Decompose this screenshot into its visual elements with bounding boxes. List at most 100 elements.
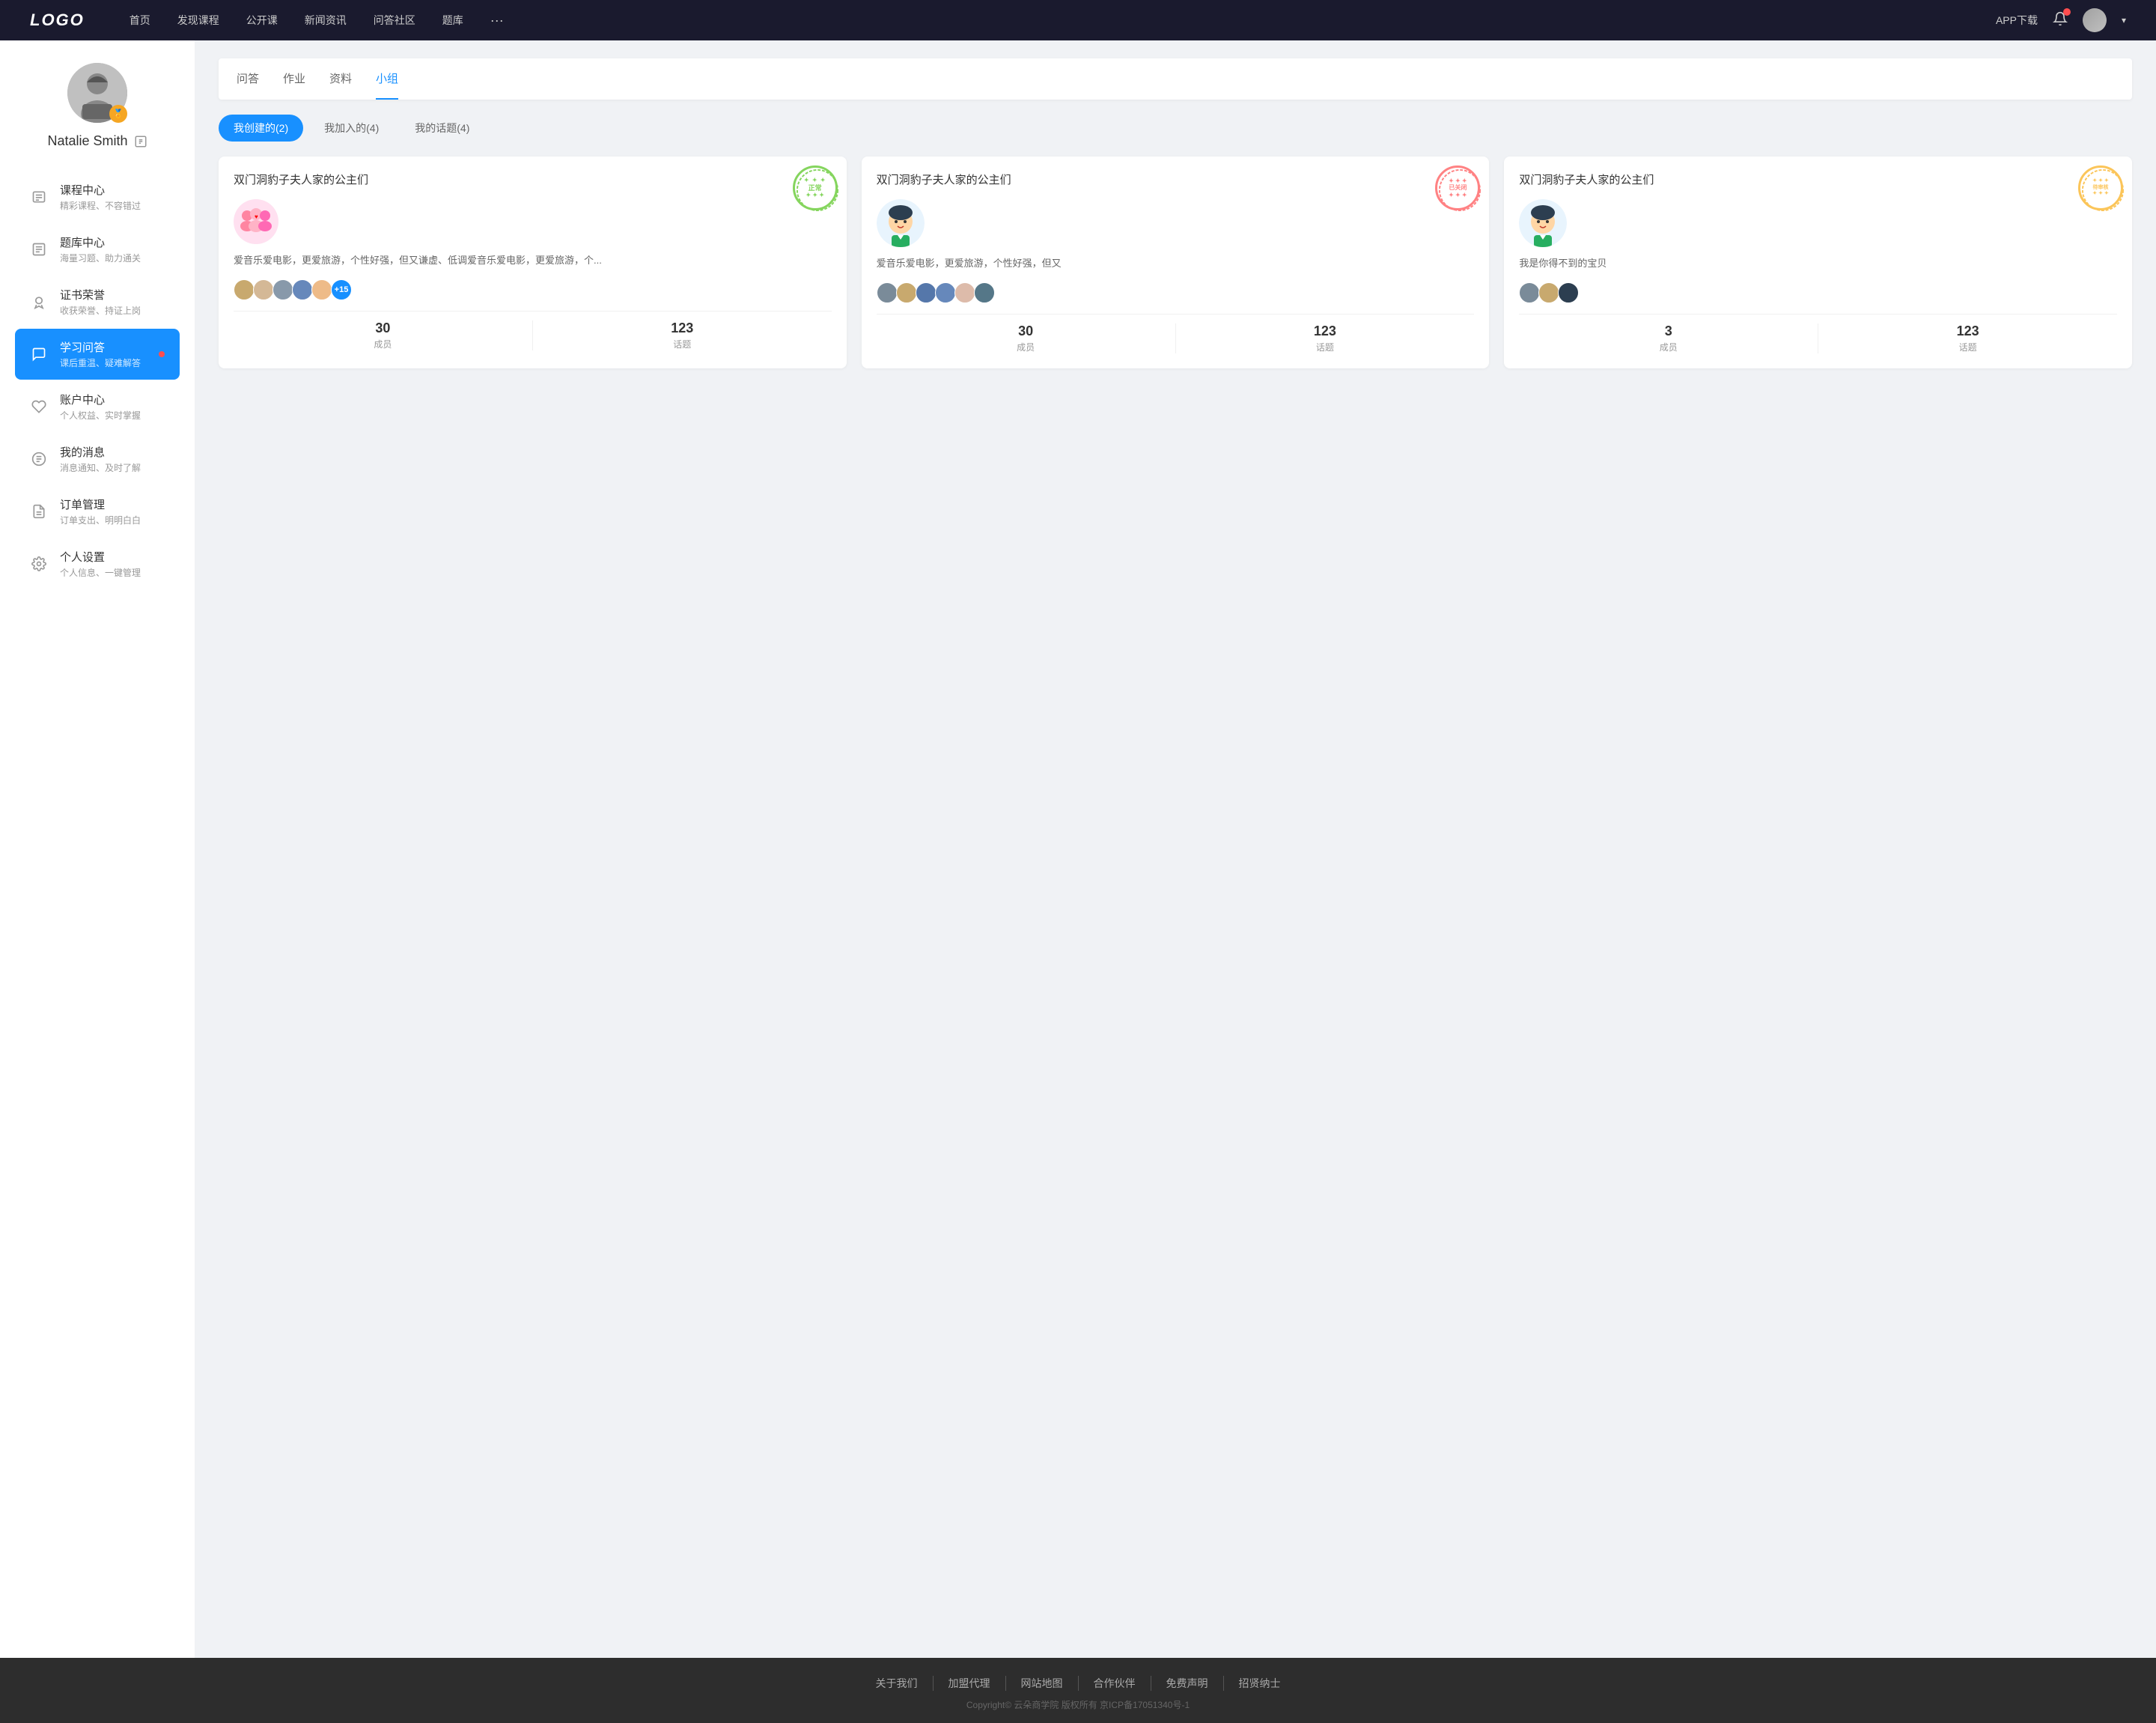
member-avatar-3-1 (1519, 282, 1540, 303)
group-card-3-desc: 我是你得不到的宝贝 (1519, 256, 2117, 272)
sidebar-item-message[interactable]: 我的消息 消息通知、及时了解 (15, 434, 180, 484)
member-avatar-3-3 (1558, 282, 1579, 303)
sidebar-item-learning-qa[interactable]: 学习问答 课后重温、疑难解答 (15, 329, 180, 380)
footer-link-sitemap[interactable]: 网站地图 (1006, 1676, 1079, 1691)
member-avatar-2-1 (877, 282, 898, 303)
header-right: APP下载 ▾ (1996, 8, 2126, 32)
app-download-button[interactable]: APP下载 (1996, 13, 2038, 28)
tab-qa[interactable]: 问答 (237, 58, 259, 100)
sidebar-item-question-bank[interactable]: 题库中心 海量习题、助力通关 (15, 224, 180, 275)
sidebar-item-account[interactable]: 账户中心 个人权益、实时掌握 (15, 381, 180, 432)
learning-qa-icon (30, 345, 48, 363)
stat-topics-3: 123 话题 (1818, 323, 2117, 353)
group-card-3-members (1519, 282, 2117, 303)
notification-bell[interactable] (2053, 11, 2068, 30)
group-card-3-avatar (1519, 199, 1567, 247)
footer: 关于我们 加盟代理 网站地图 合作伙伴 免费声明 招贤纳士 Copyright©… (0, 1658, 2156, 1723)
group-card-3[interactable]: ✦ ✦ ✦ 待审核 ✦ ✦ ✦ 双门洞豹子夫人家的公主们 (1504, 157, 2132, 368)
group-card-2-title: 双门洞豹子夫人家的公主们 (877, 171, 1475, 187)
group-card-3-title: 双门洞豹子夫人家的公主们 (1519, 171, 2117, 187)
group-card-2[interactable]: ✦ ✦ ✦ 已关闭 ✦ ✦ ✦ 双门洞豹子夫人家的公主们 (862, 157, 1490, 368)
nav-more[interactable]: ··· (490, 13, 504, 28)
member-avatar-3-2 (1538, 282, 1559, 303)
nav-news[interactable]: 新闻资讯 (305, 13, 347, 28)
sidebar-item-course[interactable]: 课程中心 精彩课程、不容错过 (15, 171, 180, 222)
member-avatar-2-6 (974, 282, 995, 303)
edit-profile-icon[interactable] (134, 135, 147, 148)
nav-home[interactable]: 首页 (130, 13, 150, 28)
tab-group[interactable]: 小组 (376, 58, 398, 100)
order-icon (30, 502, 48, 520)
logo: LOGO (30, 10, 85, 30)
group-card-2-desc: 爱音乐爱电影，更爱旅游，个性好强，但又 (877, 256, 1475, 272)
stat-members-1: 30 成员 (234, 320, 532, 350)
tab-material[interactable]: 资料 (329, 58, 352, 100)
stat-topics-2: 123 话题 (1175, 323, 1475, 353)
member-avatar-4 (292, 279, 313, 300)
qa-notification-dot (159, 351, 165, 357)
sub-tab-created[interactable]: 我创建的(2) (219, 115, 303, 142)
member-avatar-2-2 (896, 282, 917, 303)
main-layout: 🏅 Natalie Smith (0, 40, 2156, 1658)
stat-members-2: 30 成员 (877, 323, 1175, 353)
svg-text:♥: ♥ (255, 213, 258, 220)
group-card-1-title: 双门洞豹子夫人家的公主们 (234, 171, 832, 187)
sidebar-item-settings[interactable]: 个人设置 个人信息、一键管理 (15, 538, 180, 589)
sidebar-username: Natalie Smith (47, 133, 147, 149)
notification-badge (2063, 8, 2071, 16)
certificate-icon (30, 293, 48, 311)
stat-members-3: 3 成员 (1519, 323, 1818, 353)
sub-tab-topics[interactable]: 我的话题(4) (400, 115, 484, 142)
footer-link-partner[interactable]: 合作伙伴 (1079, 1676, 1151, 1691)
group-card-2-members (877, 282, 1475, 303)
footer-link-jobs[interactable]: 招贤纳士 (1224, 1676, 1296, 1691)
group-card-1[interactable]: ✦ ✦ ✦ 正常 ✦ ✦ ✦ 双门洞豹子夫人家的公主们 (219, 157, 847, 368)
user-dropdown-arrow[interactable]: ▾ (2122, 15, 2126, 25)
main-content: 问答 作业 资料 小组 我创建的(2) 我加入的(4) 我的话题(4) ✦ ✦ … (195, 40, 2156, 1658)
question-bank-text: 题库中心 海量习题、助力通关 (60, 234, 165, 264)
sidebar-avatar-wrap: 🏅 (67, 63, 127, 123)
question-bank-icon (30, 240, 48, 258)
header: LOGO 首页 发现课程 公开课 新闻资讯 问答社区 题库 ··· APP下载 … (0, 0, 2156, 40)
nav-question[interactable]: 题库 (442, 13, 463, 28)
sidebar-item-certificate[interactable]: 证书荣誉 收获荣誉、持证上岗 (15, 276, 180, 327)
course-title: 课程中心 (60, 182, 165, 198)
message-icon (30, 450, 48, 468)
nav-public[interactable]: 公开课 (246, 13, 278, 28)
stat-topics-1: 123 话题 (532, 320, 832, 350)
group-card-2-stats: 30 成员 123 话题 (877, 314, 1475, 353)
group-stamp-1: ✦ ✦ ✦ 正常 ✦ ✦ ✦ (793, 165, 838, 210)
tab-homework[interactable]: 作业 (283, 58, 305, 100)
group-card-1-avatar: ♥ (234, 199, 278, 244)
member-avatar-1 (234, 279, 255, 300)
sub-tab-joined[interactable]: 我加入的(4) (309, 115, 394, 142)
sidebar: 🏅 Natalie Smith (0, 40, 195, 1658)
footer-link-disclaimer[interactable]: 免费声明 (1151, 1676, 1224, 1691)
group-card-1-stats: 30 成员 123 话题 (234, 311, 832, 350)
nav-qa[interactable]: 问答社区 (374, 13, 415, 28)
sidebar-menu: 课程中心 精彩课程、不容错过 题库中心 海量习题、助力通关 (0, 171, 195, 591)
group-stamp-2: ✦ ✦ ✦ 已关闭 ✦ ✦ ✦ (1435, 165, 1480, 210)
nav-discover[interactable]: 发现课程 (177, 13, 219, 28)
main-nav: 首页 发现课程 公开课 新闻资讯 问答社区 题库 ··· (130, 13, 1996, 28)
member-avatar-2-4 (935, 282, 956, 303)
user-avatar[interactable] (2083, 8, 2107, 32)
settings-icon (30, 555, 48, 573)
group-card-1-desc: 爱音乐爱电影，更爱旅游，个性好强，但又谦虚、低调爱音乐爱电影，更爱旅游，个... (234, 253, 832, 269)
group-card-3-stats: 3 成员 123 话题 (1519, 314, 2117, 353)
course-menu-text: 课程中心 精彩课程、不容错过 (60, 182, 165, 212)
sidebar-item-order[interactable]: 订单管理 订单支出、明明白白 (15, 486, 180, 537)
footer-link-agent[interactable]: 加盟代理 (934, 1676, 1006, 1691)
footer-copyright: Copyright© 云朵商学院 版权所有 京ICP备17051340号-1 (0, 1698, 2156, 1711)
member-avatar-5 (311, 279, 332, 300)
account-icon (30, 398, 48, 416)
group-card-1-members: +15 (234, 279, 832, 300)
sidebar-profile: 🏅 Natalie Smith (47, 63, 147, 149)
member-avatar-2 (253, 279, 274, 300)
member-avatar-2-5 (954, 282, 975, 303)
footer-link-about[interactable]: 关于我们 (861, 1676, 934, 1691)
group-card-2-avatar (877, 199, 925, 247)
avatar-image (2083, 8, 2107, 32)
main-tabs: 问答 作业 资料 小组 (219, 58, 2132, 100)
course-subtitle: 精彩课程、不容错过 (60, 199, 165, 212)
